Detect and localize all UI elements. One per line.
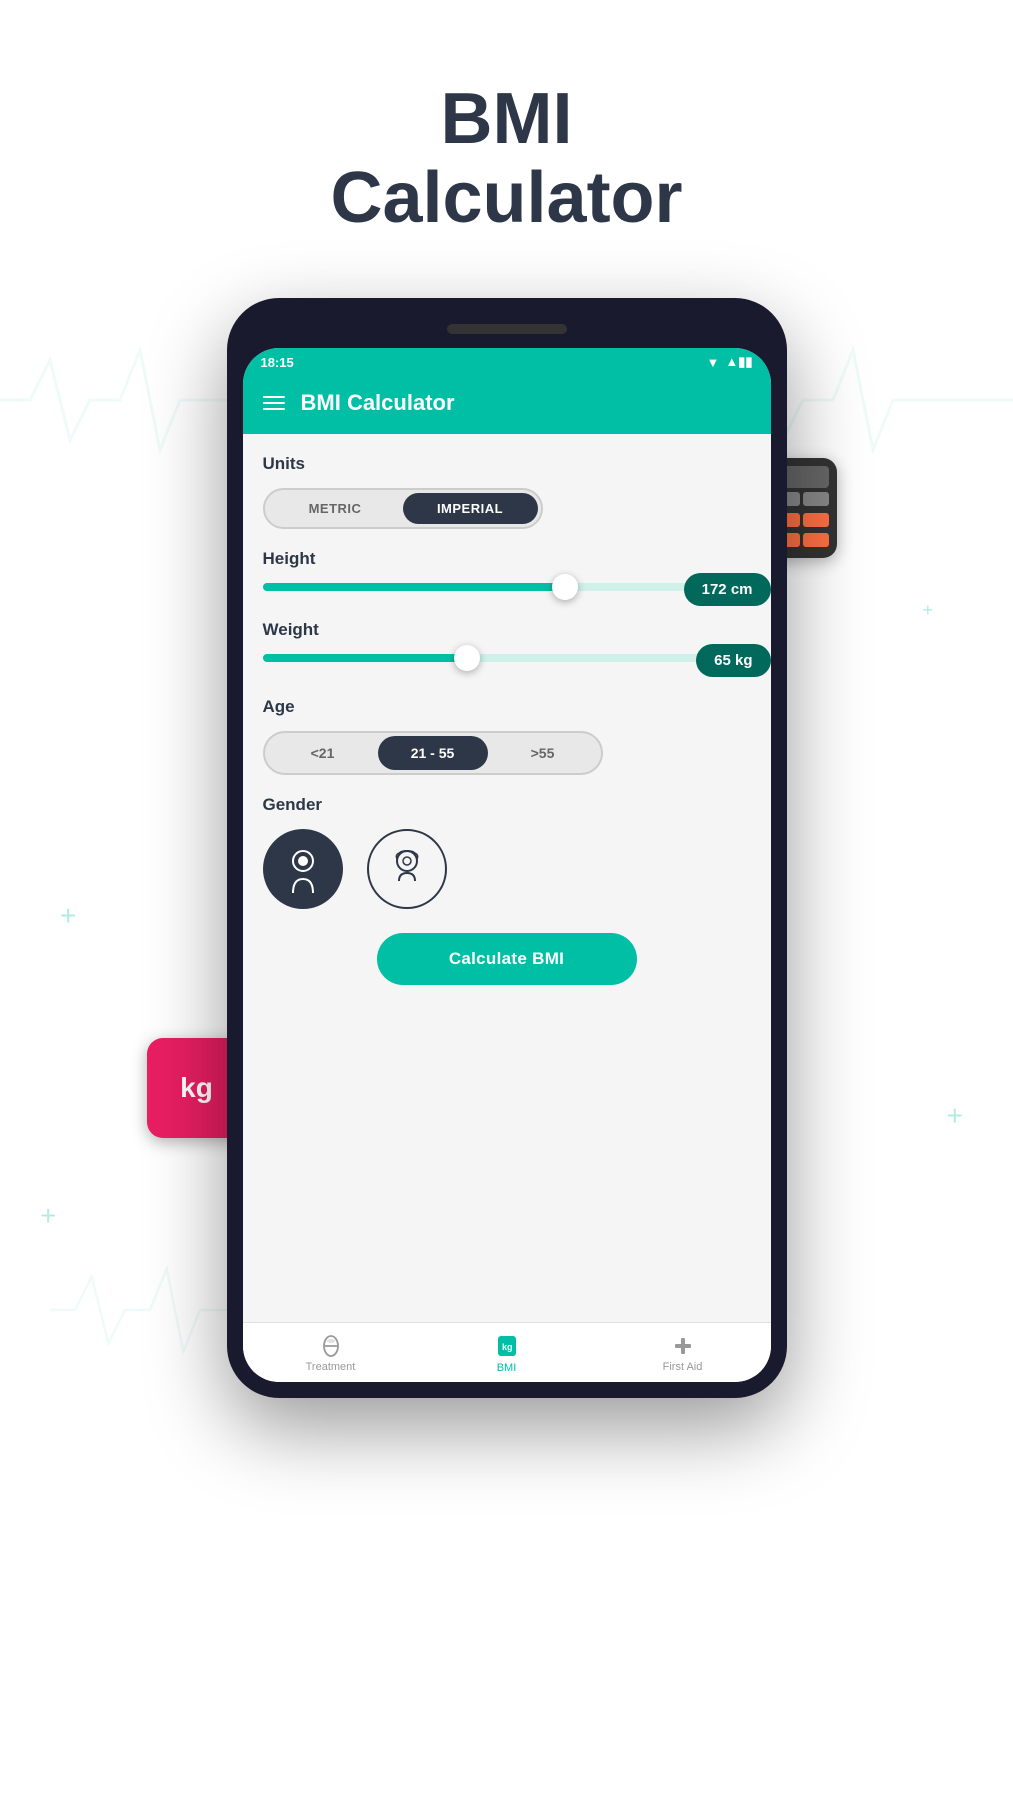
height-value-badge: 172 cm — [684, 573, 771, 606]
first-aid-icon — [671, 1334, 695, 1358]
nav-bmi-label: BMI — [497, 1362, 517, 1374]
app-header-title: BMI Calculator — [301, 390, 455, 416]
nav-treatment-label: Treatment — [306, 1361, 356, 1373]
height-thumb[interactable] — [552, 574, 578, 600]
menu-button[interactable] — [263, 396, 285, 410]
kg-sticker-text: kg — [180, 1072, 213, 1104]
app-header: BMI Calculator — [243, 376, 771, 434]
gender-section: Gender — [263, 795, 751, 909]
age-over55[interactable]: >55 — [488, 736, 598, 770]
height-slider-wrapper — [263, 583, 751, 591]
gender-label: Gender — [263, 795, 751, 815]
weight-slider-row — [263, 654, 751, 662]
plus-decoration-4: + — [922, 600, 933, 621]
height-label: Height — [263, 549, 751, 569]
svg-text:kg: kg — [502, 1342, 513, 1352]
status-time: 18:15 — [261, 355, 294, 370]
age-label: Age — [263, 697, 751, 717]
signal-icon: ▲▮▮ — [725, 354, 752, 370]
bottom-nav: Treatment kg BMI First Aid — [243, 1322, 771, 1382]
nav-first-aid[interactable]: First Aid — [643, 1334, 723, 1373]
phone-frame: 18:15 ▼ ▲▮▮ BMI Calculator Uni — [227, 298, 787, 1398]
weight-track — [263, 654, 751, 662]
weight-value-badge: 65 kg — [696, 644, 770, 677]
nav-treatment[interactable]: Treatment — [291, 1334, 371, 1373]
age-under21[interactable]: <21 — [268, 736, 378, 770]
weight-label: Weight — [263, 620, 751, 640]
plus-decoration-2: + — [40, 1200, 56, 1232]
units-label: Units — [263, 454, 751, 474]
height-slider-row — [263, 583, 751, 591]
gender-female[interactable] — [367, 829, 447, 909]
phone-screen: 18:15 ▼ ▲▮▮ BMI Calculator Uni — [243, 348, 771, 1382]
units-section: Units METRIC IMPERIAL — [263, 454, 751, 529]
bmi-nav-icon: kg — [494, 1333, 520, 1359]
weight-section: Weight — [263, 620, 751, 662]
weight-fill — [263, 654, 468, 662]
status-bar: 18:15 ▼ ▲▮▮ — [243, 348, 771, 376]
age-section: Age <21 21 - 55 >55 — [263, 697, 751, 775]
page-title: BMI Calculator — [330, 80, 682, 238]
app-content: Units METRIC IMPERIAL Height — [243, 434, 771, 1322]
plus-decoration-3: + — [947, 1100, 963, 1132]
treatment-icon — [319, 1334, 343, 1358]
status-icons: ▼ ▲▮▮ — [706, 354, 752, 370]
units-metric[interactable]: METRIC — [268, 493, 403, 524]
calculate-bmi-button[interactable]: Calculate BMI — [377, 933, 637, 985]
plus-decoration: + — [60, 900, 76, 932]
title-line2: Calculator — [330, 158, 682, 238]
height-track — [263, 583, 751, 591]
wifi-icon: ▼ — [706, 355, 719, 370]
age-toggle[interactable]: <21 21 - 55 >55 — [263, 731, 603, 775]
nav-bmi[interactable]: kg BMI — [467, 1333, 547, 1374]
height-section: Height — [263, 549, 751, 591]
phone-speaker — [447, 324, 567, 334]
units-imperial[interactable]: IMPERIAL — [403, 493, 538, 524]
phone-notch — [243, 314, 771, 344]
gender-options — [263, 829, 751, 909]
male-icon — [279, 845, 327, 893]
phone-wrapper: kg 18:15 ▼ ▲▮▮ BMI Calcu — [227, 298, 787, 1398]
age-21-55[interactable]: 21 - 55 — [378, 736, 488, 770]
female-icon — [383, 845, 431, 893]
weight-thumb[interactable] — [454, 645, 480, 671]
gender-male[interactable] — [263, 829, 343, 909]
units-toggle[interactable]: METRIC IMPERIAL — [263, 488, 543, 529]
weight-slider-wrapper — [263, 654, 751, 662]
nav-first-aid-label: First Aid — [663, 1361, 703, 1373]
title-line1: BMI — [441, 79, 573, 159]
height-fill — [263, 583, 566, 591]
